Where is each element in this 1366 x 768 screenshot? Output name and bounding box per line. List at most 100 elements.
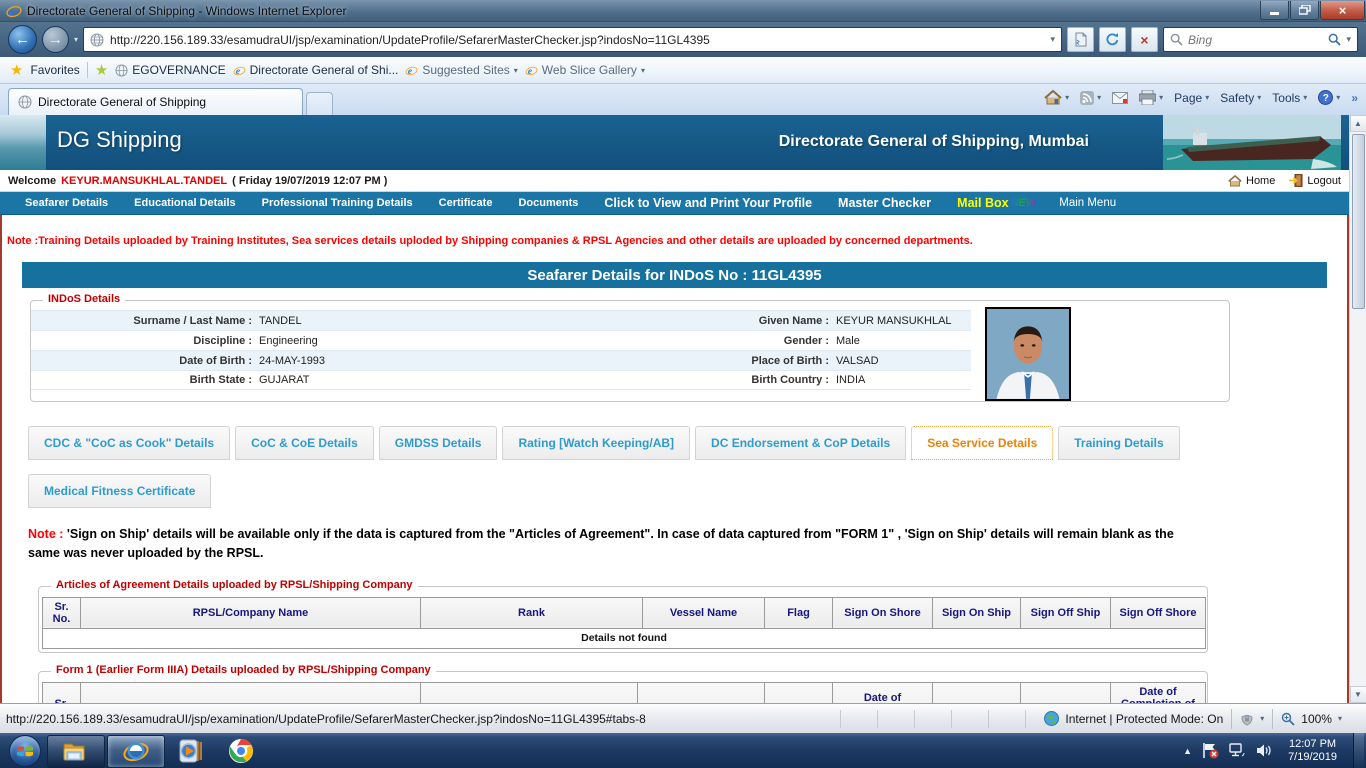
taskbar-wmp-button[interactable] — [166, 734, 216, 767]
help-button[interactable]: ? ▾ — [1318, 90, 1340, 105]
new-tab-button[interactable] — [306, 92, 333, 115]
recent-pages-caret-icon[interactable]: ▾ — [74, 35, 78, 44]
logout-link[interactable]: Logout — [1289, 174, 1341, 187]
screen: e Directorate General of Shipping - Wind… — [0, 0, 1366, 768]
scroll-up-arrow[interactable]: ▲ — [1350, 115, 1366, 132]
home-link[interactable]: Home — [1228, 175, 1275, 187]
nav-item-view-print-profile[interactable]: Click to View and Print Your Profile — [591, 196, 825, 210]
status-url: http://220.156.189.33/esamudraUI/jsp/exa… — [6, 712, 646, 726]
refresh-button[interactable] — [1099, 27, 1126, 52]
profile-tabs: CDC & "CoC as Cook" Details CoC & CoE De… — [28, 426, 1220, 508]
page-content: Note :Training Details uploaded by Train… — [0, 215, 1349, 703]
form1-header-row: Sr. No. RPSL/Company Name Rank Vessel Na… — [43, 682, 1206, 703]
search-box[interactable]: ▾ — [1163, 27, 1358, 52]
site-globe-icon — [90, 33, 104, 47]
tab-rating[interactable]: Rating [Watch Keeping/AB] — [502, 426, 690, 460]
scroll-down-arrow[interactable]: ▼ — [1350, 686, 1366, 703]
read-mail-button[interactable] — [1112, 92, 1128, 104]
nav-item-professional-training[interactable]: Professional Training Details — [249, 197, 426, 209]
tray-expand-icon[interactable]: ▲ — [1183, 746, 1192, 756]
form1-table: Sr. No. RPSL/Company Name Rank Vessel Na… — [42, 682, 1206, 703]
browser-tab[interactable]: Directorate General of Shipping — [8, 88, 303, 115]
search-input[interactable] — [1188, 33, 1323, 47]
nav-item-certificate[interactable]: Certificate — [426, 197, 506, 209]
taskbar: ▲ 12:07 PM 7/19/2019 — [0, 733, 1366, 768]
favorite-item-web-slice-gallery[interactable]: e Web Slice Gallery ▾ — [525, 63, 645, 77]
protected-mode-button[interactable]: ▾ — [1240, 712, 1264, 726]
nav-item-seafarer-details[interactable]: Seafarer Details — [12, 197, 121, 209]
favorites-star-icon[interactable]: ★ — [10, 63, 23, 78]
field-label: Given Name : — [611, 315, 836, 327]
column-header: Date of Completion of Contract/Arriving … — [1111, 682, 1206, 703]
forward-button[interactable]: → — [42, 26, 69, 53]
tab-training-details[interactable]: Training Details — [1058, 426, 1179, 460]
field-value: VALSAD — [836, 355, 971, 367]
home-button[interactable]: ▾ — [1044, 90, 1069, 105]
security-zone: Internet | Protected Mode: On — [1044, 711, 1223, 726]
search-options-caret-icon[interactable]: ▾ — [1346, 34, 1351, 45]
add-favorite-icon[interactable]: ★ — [95, 63, 108, 78]
chevron-down-icon: ▾ — [1065, 93, 1069, 102]
favorite-label: Directorate General of Shi... — [250, 63, 399, 77]
security-zone-label: Internet | Protected Mode: On — [1065, 712, 1223, 726]
feeds-button[interactable]: ▾ — [1080, 91, 1101, 105]
taskbar-explorer-button[interactable] — [47, 735, 105, 768]
print-button[interactable]: ▾ — [1139, 90, 1163, 105]
minimize-button[interactable] — [1260, 1, 1289, 20]
tab-gmdss[interactable]: GMDSS Details — [379, 426, 498, 460]
scrollbar-thumb[interactable] — [1352, 134, 1365, 309]
restore-button[interactable] — [1290, 1, 1319, 20]
svg-text:e: e — [235, 66, 240, 77]
nav-item-mail-box[interactable]: Mail Box — [944, 196, 1010, 210]
vertical-scrollbar[interactable]: ▲ ▼ — [1349, 115, 1366, 703]
field-value: 24-MAY-1993 — [259, 355, 611, 367]
aoa-header-row: Sr. No. RPSL/Company Name Rank Vessel Na… — [43, 597, 1206, 628]
more-commands-chevron-icon[interactable]: » — [1351, 91, 1358, 105]
taskbar-ie-button[interactable] — [107, 735, 165, 768]
nav-item-documents[interactable]: Documents — [505, 197, 591, 209]
favorite-item-egovernance[interactable]: EGOVERNANCE — [115, 63, 225, 77]
details-not-found: Details not found — [43, 628, 1206, 648]
nav-item-master-checker[interactable]: Master Checker — [825, 196, 944, 210]
favorite-item-dgshipping[interactable]: e Directorate General of Shi... — [233, 63, 399, 77]
zoom-control[interactable]: 100% ▾ — [1281, 712, 1342, 726]
favorites-label[interactable]: Favorites — [30, 63, 79, 77]
volume-icon[interactable] — [1256, 743, 1272, 758]
network-icon[interactable] — [1229, 743, 1246, 758]
safety-menu[interactable]: Safety▾ — [1220, 91, 1261, 105]
welcome-label: Welcome — [8, 175, 56, 187]
field-label: Place of Birth : — [611, 355, 836, 367]
address-dropdown-caret-icon[interactable]: ▾ — [1050, 34, 1055, 45]
column-header: RPSL/Company Name — [81, 682, 421, 703]
nav-item-educational-details[interactable]: Educational Details — [121, 197, 248, 209]
back-button[interactable]: ← — [8, 25, 37, 54]
favorite-item-suggested-sites[interactable]: e Suggested Sites ▾ — [405, 63, 517, 77]
address-input[interactable]: http://220.156.189.33/esamudraUI/jsp/exa… — [83, 27, 1062, 52]
chevron-down-icon: ▾ — [1097, 93, 1101, 102]
chevron-down-icon: ▾ — [1303, 93, 1307, 102]
tab-cdc-coc-cook[interactable]: CDC & "CoC as Cook" Details — [28, 426, 230, 460]
action-center-flag-icon[interactable] — [1202, 742, 1219, 759]
tab-sea-service[interactable]: Sea Service Details — [911, 426, 1053, 460]
taskbar-clock[interactable]: 12:07 PM 7/19/2019 — [1282, 738, 1343, 764]
note-prefix: Note : — [28, 527, 63, 541]
chevron-down-icon: ▾ — [1205, 93, 1209, 102]
logged-in-user: KEYUR.MANSUKHLAL.TANDEL — [61, 175, 227, 187]
tab-medical-fitness[interactable]: Medical Fitness Certificate — [28, 474, 211, 508]
field-value: TANDEL — [259, 315, 611, 327]
compatibility-view-button[interactable] — [1067, 27, 1094, 52]
page-menu[interactable]: Page▾ — [1174, 91, 1209, 105]
start-button[interactable] — [4, 734, 46, 767]
show-desktop-button[interactable] — [1353, 733, 1364, 768]
clock-date: 7/19/2019 — [1288, 751, 1337, 764]
tab-title: Directorate General of Shipping — [38, 95, 206, 109]
tab-dc-endorsement[interactable]: DC Endorsement & CoP Details — [695, 426, 906, 460]
tab-coc-coe[interactable]: CoC & CoE Details — [235, 426, 374, 460]
close-button[interactable]: × — [1320, 1, 1365, 20]
nav-item-main-menu[interactable]: Main Menu — [1046, 197, 1129, 209]
column-header: Sign On Ship — [933, 597, 1021, 628]
search-go-icon[interactable] — [1328, 33, 1341, 46]
taskbar-chrome-button[interactable] — [216, 734, 266, 767]
tools-menu[interactable]: Tools▾ — [1272, 91, 1307, 105]
stop-button[interactable]: × — [1131, 27, 1158, 52]
